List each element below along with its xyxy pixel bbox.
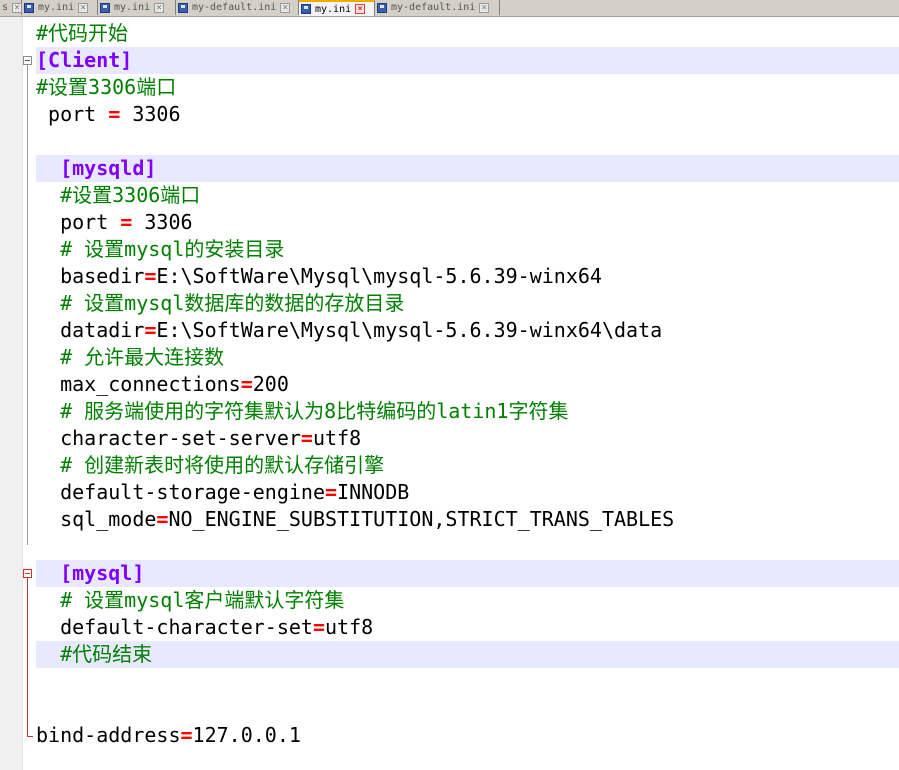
save-icon — [377, 2, 387, 13]
tab-my-ini-2[interactable]: my.ini × — [98, 0, 176, 15]
code-line-12: datadir=E:\SoftWare\Mysql\mysql-5.6.39-w… — [36, 317, 662, 344]
key: port — [36, 210, 121, 234]
code-line-9: # 设置mysql的安装目录 — [36, 237, 285, 261]
operator: = — [240, 372, 253, 396]
current-line-highlight — [36, 641, 899, 668]
code-line-1: #代码开始 — [36, 21, 129, 45]
save-icon — [301, 4, 311, 14]
code-line-18: default-storage-engine=INNODB — [36, 479, 409, 506]
code-line-8: port = 3306 — [36, 209, 193, 236]
line-highlight — [36, 155, 899, 182]
operator: = — [108, 102, 121, 126]
tab-label: s — [2, 2, 9, 13]
tab-partial[interactable]: s × — [0, 0, 23, 15]
key: default-storage-engine — [36, 480, 325, 504]
key: bind-address — [36, 723, 181, 747]
code-line-15: # 服务端使用的字符集默认为8比特编码的latin1字符集 — [36, 399, 569, 423]
tab-label: my.ini — [114, 2, 151, 13]
close-icon[interactable]: × — [355, 4, 366, 14]
line-highlight — [36, 560, 899, 587]
tab-my-default-ini-2[interactable]: my-default.ini × — [375, 0, 500, 15]
value: 3306 — [120, 102, 181, 126]
key: basedir — [36, 264, 145, 288]
code-line-10: basedir=E:\SoftWare\Mysql\mysql-5.6.39-w… — [36, 263, 602, 290]
tab-label: my.ini — [38, 2, 75, 13]
operator: = — [156, 507, 169, 531]
line-highlight — [36, 47, 899, 74]
tab-bar: s × my.ini × my.ini × my-default.ini × m… — [0, 0, 899, 17]
key: port — [36, 102, 109, 126]
close-icon[interactable]: × — [280, 2, 291, 13]
tab-label: my.ini — [315, 3, 352, 15]
fold-line — [27, 578, 28, 736]
value: 200 — [252, 372, 289, 396]
code-line-27: bind-address=127.0.0.1 — [36, 722, 301, 749]
code-line-17: # 创建新表时将使用的默认存储引擎 — [36, 453, 385, 477]
operator: = — [300, 426, 313, 450]
operator: = — [120, 210, 133, 234]
value: 127.0.0.1 — [192, 723, 301, 747]
code-line-16: character-set-server=utf8 — [36, 425, 361, 452]
tab-label: my-default.ini — [391, 2, 476, 13]
key: datadir — [36, 318, 145, 342]
code-line-21: [mysql] — [36, 561, 145, 585]
tab-label: my-default.ini — [192, 2, 277, 13]
code-line-23: default-character-set=utf8 — [36, 614, 373, 641]
code-line-24: #代码结束 — [36, 642, 153, 666]
key: sql_mode — [36, 507, 157, 531]
value: NO_ENGINE_SUBSTITUTION,STRICT_TRANS_TABL… — [168, 507, 675, 531]
value: 3306 — [132, 210, 193, 234]
tab-my-ini-1[interactable]: my.ini × — [22, 0, 98, 15]
fold-line — [27, 164, 28, 545]
code-line-6: [mysqld] — [36, 156, 157, 180]
key: default-character-set — [36, 615, 313, 639]
code-line-4: port = 3306 — [36, 101, 181, 128]
code-line-11: # 设置mysql数据库的数据的存放目录 — [36, 291, 405, 315]
operator: = — [312, 615, 325, 639]
value: utf8 — [325, 615, 374, 639]
save-icon — [100, 2, 110, 13]
fold-margin — [0, 17, 23, 770]
tab-my-ini-active[interactable]: my.ini × — [299, 0, 375, 16]
close-icon[interactable]: × — [479, 2, 490, 13]
value: INNODB — [337, 480, 410, 504]
code-line-22: # 设置mysql客户端默认字符集 — [36, 588, 345, 612]
key: character-set-server — [36, 426, 301, 450]
code-line-13: # 允许最大连接数 — [36, 345, 225, 369]
save-icon — [178, 2, 188, 13]
close-icon[interactable]: × — [78, 2, 89, 13]
save-icon — [24, 2, 34, 13]
key: max_connections — [36, 372, 241, 396]
close-icon[interactable]: × — [154, 2, 165, 13]
value: E:\SoftWare\Mysql\mysql-5.6.39-winx64\da… — [156, 318, 663, 342]
code-line-3: #设置3306端口 — [36, 75, 177, 99]
fold-line — [27, 65, 28, 164]
fold-minus-icon[interactable] — [23, 56, 32, 65]
operator: = — [144, 264, 157, 288]
fold-minus-icon[interactable] — [23, 569, 32, 578]
code-line-2: [Client] — [36, 48, 133, 72]
operator: = — [180, 723, 193, 747]
tab-my-default-ini-1[interactable]: my-default.ini × — [176, 0, 299, 15]
fold-end-line — [27, 736, 33, 737]
code-line-19: sql_mode=NO_ENGINE_SUBSTITUTION,STRICT_T… — [36, 506, 674, 533]
operator: = — [324, 480, 338, 504]
code-line-14: max_connections=200 — [36, 371, 289, 398]
value: E:\SoftWare\Mysql\mysql-5.6.39-winx64 — [156, 264, 602, 288]
operator: = — [144, 318, 157, 342]
value: utf8 — [312, 426, 362, 450]
code-line-7: #设置3306端口 — [36, 183, 201, 207]
text-editor[interactable]: #代码开始 [Client] #设置3306端口 port = 3306 [my… — [0, 17, 899, 770]
close-icon[interactable]: × — [12, 2, 23, 13]
